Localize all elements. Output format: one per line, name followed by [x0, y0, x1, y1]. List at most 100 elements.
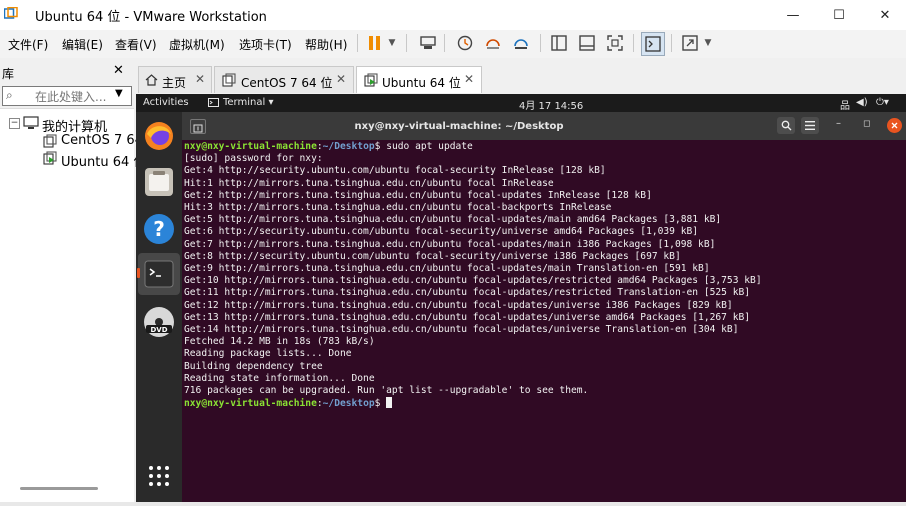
output-line: Reading state information... Done — [184, 372, 375, 384]
output-line: Get:8 http://security.ubuntu.com/ubuntu … — [184, 250, 681, 262]
close-icon: ✕ — [195, 72, 206, 86]
tree-item-centos[interactable]: CentOS 7 64 — [61, 133, 143, 148]
output-lines: [sudo] password for nxy: Get:4 http://sec… — [184, 153, 904, 397]
app-grid-icon[interactable] — [148, 465, 170, 487]
tab-centos-close[interactable]: ✕ — [336, 72, 346, 86]
minimize-icon: – — [836, 118, 841, 129]
prompt-user: nxy@nxy-virtual-machine — [184, 141, 317, 152]
stretch-button[interactable] — [680, 33, 700, 53]
power-dropdown[interactable]: ▼ — [386, 33, 398, 53]
close-button[interactable]: ✕ — [862, 0, 906, 30]
menu-help[interactable]: 帮助(H) — [305, 36, 347, 53]
output-line: 716 packages can be upgraded. Run 'apt l… — [184, 385, 589, 397]
files-icon[interactable] — [144, 167, 174, 197]
chevron-down-icon: ▼ — [704, 38, 712, 48]
maximize-button[interactable]: ☐ — [816, 0, 862, 30]
close-icon: ✕ — [464, 72, 475, 86]
toolbar-separator — [357, 34, 358, 52]
toolbar-separator — [633, 34, 634, 52]
output-line: Fetched 14.2 MB in 18s (783 kB/s) — [184, 336, 375, 348]
terminal-search-button[interactable] — [777, 117, 795, 134]
library-search-dropdown[interactable]: ▼ — [115, 88, 123, 99]
revert-snapshot-button[interactable] — [483, 33, 503, 53]
snapshot-button[interactable] — [455, 33, 475, 53]
menu-view[interactable]: 查看(V) — [115, 36, 157, 53]
snapshot-manager-icon — [514, 39, 528, 49]
help-icon[interactable]: ? — [143, 213, 175, 245]
output-line: Reading package lists... Done — [184, 348, 352, 360]
prompt-user: nxy@nxy-virtual-machine — [184, 398, 317, 410]
output-line: Get:7 http://mirrors.tuna.tsinghua.edu.c… — [184, 238, 716, 250]
maximize-icon: ◻ — [863, 119, 871, 129]
output-line: Hit:3 http://mirrors.tuna.tsinghua.edu.c… — [184, 202, 612, 214]
collapse-toggle[interactable]: − — [9, 118, 20, 129]
library-close-button[interactable]: ✕ — [113, 63, 124, 78]
volume-icon[interactable]: ◀) — [856, 97, 868, 108]
menu-file[interactable]: 文件(F) — [8, 36, 48, 53]
maximize-icon: ☐ — [833, 7, 845, 23]
vmware-icon — [4, 7, 18, 19]
output-line: Hit:1 http://mirrors.tuna.tsinghua.edu.c… — [184, 177, 554, 189]
close-icon: ✕ — [113, 63, 124, 78]
output-line: Get:2 http://mirrors.tuna.tsinghua.edu.c… — [184, 189, 652, 201]
stretch-dropdown[interactable]: ▼ — [702, 33, 714, 53]
stretch-icon — [682, 35, 698, 51]
search-icon — [781, 120, 791, 131]
prompt-line-2: nxy@nxy-virtual-machine:~/Desktop$ — [184, 397, 904, 410]
console-view-button[interactable] — [641, 32, 665, 56]
menu-tabs[interactable]: 选项卡(T) — [239, 36, 292, 53]
minimize-icon: — — [786, 7, 800, 23]
menu-edit[interactable]: 编辑(E) — [62, 36, 103, 53]
output-line: Get:6 http://security.ubuntu.com/ubuntu … — [184, 226, 699, 238]
vm-running-icon — [364, 73, 378, 87]
tab-ubuntu-label: Ubuntu 64 位 — [382, 76, 461, 90]
pause-icon — [369, 36, 380, 50]
running-indicator — [137, 268, 140, 278]
output-line: Get:12 http://mirrors.tuna.tsinghua.edu.… — [184, 299, 733, 311]
close-icon — [891, 122, 898, 129]
toolbar-separator — [671, 34, 672, 52]
vm-icon — [43, 134, 57, 148]
tree-item-ubuntu[interactable]: Ubuntu 64 位 — [61, 151, 146, 170]
library-title: 库 — [2, 67, 15, 81]
activities-button[interactable]: Activities — [143, 97, 189, 108]
toolbar-separator — [406, 34, 407, 52]
terminal-maximize-button[interactable]: ◻ — [863, 119, 870, 129]
svg-text:?: ? — [153, 217, 165, 241]
prompt-line-1: nxy@nxy-virtual-machine:~/Desktop$ sudo … — [184, 141, 473, 152]
clock[interactable]: 4月 17 14:56 — [519, 97, 583, 112]
minimize-button[interactable]: — — [770, 0, 816, 30]
terminal-icon[interactable] — [144, 260, 174, 288]
menu-vm[interactable]: 虚拟机(M) — [169, 36, 225, 53]
terminal-output[interactable]: nxy@nxy-virtual-machine:~/Desktop$ sudo … — [184, 141, 904, 410]
library-scrollbar[interactable] — [20, 487, 98, 490]
full-screen-icon — [607, 35, 623, 51]
status-bar — [0, 502, 906, 506]
output-line: Get:10 http://mirrors.tuna.tsinghua.edu.… — [184, 275, 762, 287]
output-line: Get:14 http://mirrors.tuna.tsinghua.edu.… — [184, 324, 739, 336]
output-line: Get:11 http://mirrors.tuna.tsinghua.edu.… — [184, 287, 751, 299]
terminal-close-button[interactable] — [887, 118, 902, 133]
dvd-icon[interactable]: DVD — [143, 306, 175, 338]
power-icon[interactable]: ⏻▾ — [876, 97, 889, 108]
output-line: Building dependency tree — [184, 360, 323, 372]
terminal-minimize-button[interactable]: – — [836, 118, 841, 129]
send-ctrl-alt-del-button[interactable] — [418, 33, 438, 53]
network-icon[interactable]: 品 — [840, 97, 850, 112]
output-line: Get:9 http://mirrors.tuna.tsinghua.edu.c… — [184, 263, 710, 275]
terminal-menu-button[interactable] — [801, 117, 819, 134]
app-menu[interactable]: Terminal ▾ — [223, 97, 273, 108]
suspend-button[interactable] — [365, 33, 385, 53]
tab-ubuntu-close[interactable]: ✕ — [464, 72, 474, 86]
tab-home-close[interactable]: ✕ — [195, 72, 205, 86]
thumbnail-bar-button[interactable] — [577, 33, 597, 53]
show-library-button[interactable] — [549, 33, 569, 53]
snapshot-manager-button[interactable] — [511, 33, 531, 53]
library-search-input[interactable]: 在此处键入... — [35, 88, 106, 105]
close-icon: ✕ — [336, 72, 347, 86]
prompt-path: ~/Desktop — [322, 398, 375, 410]
full-screen-button[interactable] — [605, 33, 625, 53]
close-icon: ✕ — [879, 7, 891, 23]
firefox-icon[interactable] — [143, 120, 175, 152]
text-cursor — [386, 397, 393, 409]
